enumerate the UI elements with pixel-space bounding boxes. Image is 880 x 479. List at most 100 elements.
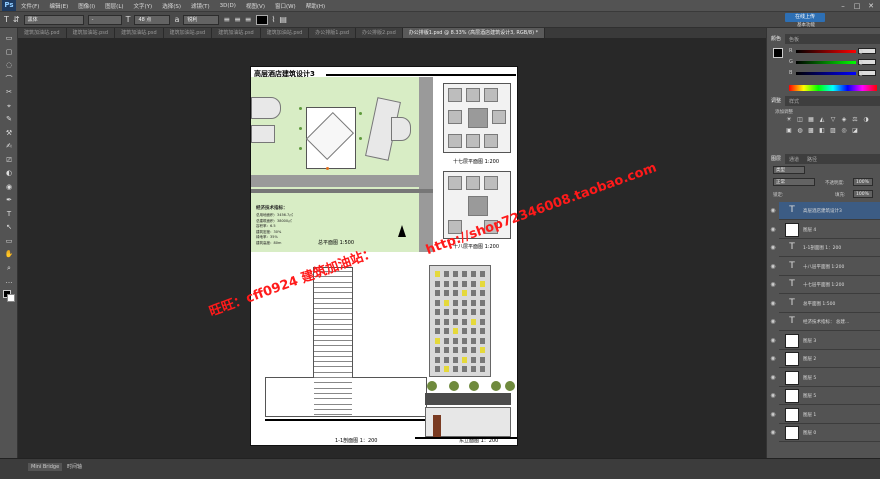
layer-row[interactable]: ◉ T 总平面图 1:500 [770,294,880,313]
menu-file[interactable]: 文件(F) [16,2,44,10]
text-orientation-icon[interactable]: ⇵ [13,15,20,24]
red-value[interactable]: 0 [858,48,876,56]
text-tool-icon[interactable]: T [4,15,9,24]
tool-icon[interactable]: ⎚ [3,156,15,165]
eye-icon[interactable]: ◉ [769,429,777,437]
tab-swatches[interactable]: 色板 [785,36,803,43]
background-color[interactable] [7,294,15,302]
tool-icon[interactable]: ✍ [3,142,15,151]
adjustment-icon[interactable]: ◧ [818,127,826,134]
layer-row[interactable]: ◉ 图层 5 [770,368,880,387]
layer-row[interactable]: ◉ 图层 2 [770,350,880,368]
layer-row[interactable]: ◉ T 1-1剖面图 1：200 [770,239,880,257]
menu-window[interactable]: 窗口(W) [270,2,301,10]
tool-icon[interactable]: ▭ [3,237,15,246]
adjustment-icon[interactable]: ◪ [851,127,859,134]
doc-tab[interactable]: 建筑加油站.psd [66,28,116,38]
layer-name[interactable]: 1-1剖面图 1：200 [803,245,841,251]
panel-fg-color[interactable] [773,48,783,58]
adjustment-icon[interactable]: ⚖ [851,116,859,123]
adjustment-icon[interactable]: ◭ [818,116,826,123]
layer-row[interactable]: ◉ 图层 1 [770,405,880,424]
doc-tab[interactable]: 建筑加油站.psd [260,28,310,38]
layer-name[interactable]: 十七层平面图 1:200 [803,282,844,288]
eye-icon[interactable]: ◉ [769,411,777,419]
tool-icon[interactable]: T [3,210,15,219]
minimize-button[interactable]: – [836,0,850,12]
doc-tab[interactable]: 建筑加油站.psd [115,28,164,38]
adjustment-icon[interactable]: ◈ [840,116,848,123]
eye-icon[interactable]: ◉ [769,244,777,252]
layer-name[interactable]: 图层 5 [803,375,816,381]
text-color-swatch[interactable] [255,14,268,25]
doc-tab[interactable]: 办公排版1.psd @ 8.33% (高层酒店建筑设计3, RGB/8) * [402,28,546,38]
document-sheet[interactable]: 高层酒店建筑设计3 经济技术指标： 总用地面积：3456.7㎡ 总建筑面积：380… [250,66,518,446]
layer-row[interactable]: ◉ T 经济技术指标： 总建… [770,313,880,331]
tab-paths[interactable]: 路径 [803,156,821,163]
layer-row[interactable]: ◉ 图层 0 [770,424,880,442]
tab-color[interactable]: 颜色 [767,34,786,44]
adjustment-icon[interactable]: ▦ [807,116,815,123]
font-size-select[interactable]: 48 点 [134,14,171,25]
layer-row[interactable]: ◉ T 十七层平面图 1:200 [770,276,880,294]
eye-icon[interactable]: ◉ [769,300,777,308]
fill-input[interactable]: 100% [853,190,873,198]
menu-type[interactable]: 文字(Y) [129,2,158,10]
adjustment-icon[interactable]: ☀ [785,116,793,123]
red-slider[interactable]: R 0 [789,48,879,56]
tool-icon[interactable]: ✎ [3,115,15,124]
font-family-select[interactable]: 黑体 [23,14,84,25]
doc-tab[interactable]: 建筑加油站.psd [18,28,67,38]
blend-mode-select[interactable]: 正常 [773,178,815,186]
eye-icon[interactable]: ◉ [769,392,777,400]
color-spectrum[interactable] [789,85,877,91]
tool-icon[interactable]: ◉ [3,183,15,192]
tab-adjustments[interactable]: 调整 [767,96,786,106]
layer-name[interactable]: 图层 3 [803,338,816,344]
layer-row[interactable]: ◉ 图层 5 [770,387,880,405]
antialias-select[interactable]: 锐利 [183,14,220,25]
tool-icon[interactable]: ◐ [3,169,15,178]
color-swatches[interactable] [3,290,16,302]
timeline-tab[interactable]: 时间轴 [64,463,85,471]
layer-row[interactable]: ◉ T 高层酒店建筑设计3 [770,202,880,220]
align-left-icon[interactable]: ≡ [223,15,230,24]
adjustment-icon[interactable]: ◍ [796,127,804,134]
eye-icon[interactable]: ◉ [769,207,777,215]
layer-row[interactable]: ◉ 图层 4 [770,220,880,239]
layer-name[interactable]: 经济技术指标： 总建… [803,319,849,325]
layer-name[interactable]: 图层 5 [803,393,816,399]
tool-icon[interactable]: ⌕ [3,264,15,273]
menu-select[interactable]: 选择(S) [157,2,186,10]
opacity-input[interactable]: 100% [853,178,873,186]
green-slider[interactable]: G 0 [789,59,879,67]
eye-icon[interactable]: ◉ [769,263,777,271]
adjustment-icon[interactable]: ▩ [807,127,815,134]
tab-channels[interactable]: 通道 [785,156,803,163]
tool-icon[interactable]: ✂ [3,88,15,97]
layer-filter-select[interactable]: 类型 [773,166,805,174]
layer-row[interactable]: ◉ 图层 3 [770,331,880,350]
font-style-select[interactable]: - [87,14,122,25]
tool-icon[interactable]: ⚒ [3,129,15,138]
eye-icon[interactable]: ◉ [769,318,777,326]
red-track[interactable] [796,49,856,53]
doc-tab[interactable]: 建筑加油站.psd [212,28,261,38]
tool-icon[interactable]: ✋ [3,250,15,259]
character-panel-icon[interactable]: ▤ [279,15,287,24]
blue-track[interactable] [796,71,856,75]
blue-slider[interactable]: B 0 [789,70,879,78]
layer-name[interactable]: 图层 4 [803,227,816,233]
tool-icon[interactable]: ◌ [3,61,15,70]
tab-layers[interactable]: 图层 [767,154,786,164]
maximize-button[interactable]: □ [850,0,864,12]
layer-name[interactable]: 图层 2 [803,356,816,362]
adjustment-icon[interactable]: ◫ [796,116,804,123]
mini-bridge-tab[interactable]: Mini Bridge [28,463,63,471]
align-right-icon[interactable]: ≡ [245,15,252,24]
blue-value[interactable]: 0 [858,70,876,78]
tool-icon[interactable]: ⌒ [3,75,15,84]
layer-name[interactable]: 图层 1 [803,412,816,418]
adjustment-icon[interactable]: ▨ [829,127,837,134]
menu-layer[interactable]: 图层(L) [100,2,128,10]
